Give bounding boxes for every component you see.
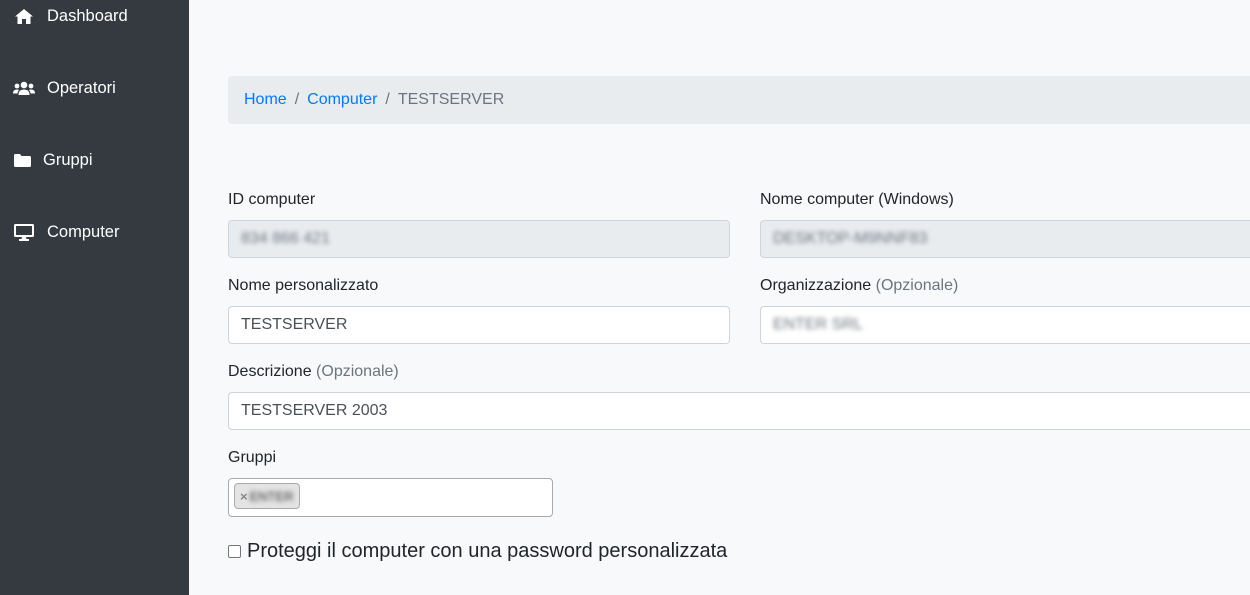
organization-value: ENTER SRL xyxy=(773,316,863,333)
home-icon xyxy=(13,7,35,25)
breadcrumb-separator: / xyxy=(294,91,300,108)
sidebar-item-label: Gruppi xyxy=(43,150,93,169)
sidebar-item-label: Computer xyxy=(47,222,120,241)
sidebar: Dashboard Operatori Gruppi Computer xyxy=(0,0,189,595)
password-protect-label[interactable]: Proteggi il computer con una password pe… xyxy=(247,540,727,563)
sidebar-item-label: Dashboard xyxy=(47,6,128,25)
groups-multiselect[interactable]: × ENTER xyxy=(228,478,553,517)
custom-name-input[interactable]: TESTSERVER xyxy=(228,306,730,344)
computer-id-label: ID computer xyxy=(228,191,316,208)
breadcrumb-computer-link[interactable]: Computer xyxy=(307,91,377,109)
windows-name-field: DESKTOP-M9NNF83 xyxy=(760,220,1250,258)
breadcrumb: Home / Computer / TESTSERVER xyxy=(228,76,1250,124)
password-protect-row: Proteggi il computer con una password pe… xyxy=(228,540,727,563)
sidebar-item-gruppi[interactable]: Gruppi xyxy=(0,140,189,180)
description-input[interactable]: TESTSERVER 2003 xyxy=(228,392,1250,430)
windows-name-label: Nome computer (Windows) xyxy=(760,191,954,208)
sidebar-item-operatori[interactable]: Operatori xyxy=(0,68,189,108)
custom-name-label: Nome personalizzato xyxy=(228,277,379,294)
custom-name-value: TESTSERVER xyxy=(241,316,348,333)
group-tag: × ENTER xyxy=(234,483,300,509)
optional-hint: (Opzionale) xyxy=(875,277,959,294)
description-value: TESTSERVER 2003 xyxy=(241,402,388,419)
remove-tag-icon[interactable]: × xyxy=(240,489,248,504)
main-content: Home / Computer / TESTSERVER ID computer… xyxy=(189,0,1250,595)
organization-label: Organizzazione (Opzionale) xyxy=(760,277,958,295)
description-label: Descrizione (Opzionale) xyxy=(228,363,399,381)
sidebar-item-computer[interactable]: Computer xyxy=(0,212,189,252)
computer-id-value: 834 866 421 xyxy=(241,230,330,247)
windows-name-value: DESKTOP-M9NNF83 xyxy=(773,230,928,247)
computer-id-field: 834 866 421 xyxy=(228,220,730,258)
breadcrumb-home-link[interactable]: Home xyxy=(244,91,287,109)
password-protect-checkbox[interactable] xyxy=(228,545,241,558)
users-icon xyxy=(13,79,35,97)
breadcrumb-separator: / xyxy=(385,91,390,108)
breadcrumb-current: TESTSERVER xyxy=(397,91,505,108)
sidebar-item-dashboard[interactable]: Dashboard xyxy=(0,0,189,36)
sidebar-item-label: Operatori xyxy=(47,78,116,97)
description-label-text: Descrizione xyxy=(228,363,312,380)
folder-icon xyxy=(11,151,33,169)
organization-input[interactable]: ENTER SRL xyxy=(760,306,1250,344)
group-tag-label: ENTER xyxy=(249,488,294,504)
groups-label: Gruppi xyxy=(228,449,277,466)
organization-label-text: Organizzazione xyxy=(760,277,872,294)
monitor-icon xyxy=(13,223,35,241)
optional-hint: (Opzionale) xyxy=(316,363,399,380)
